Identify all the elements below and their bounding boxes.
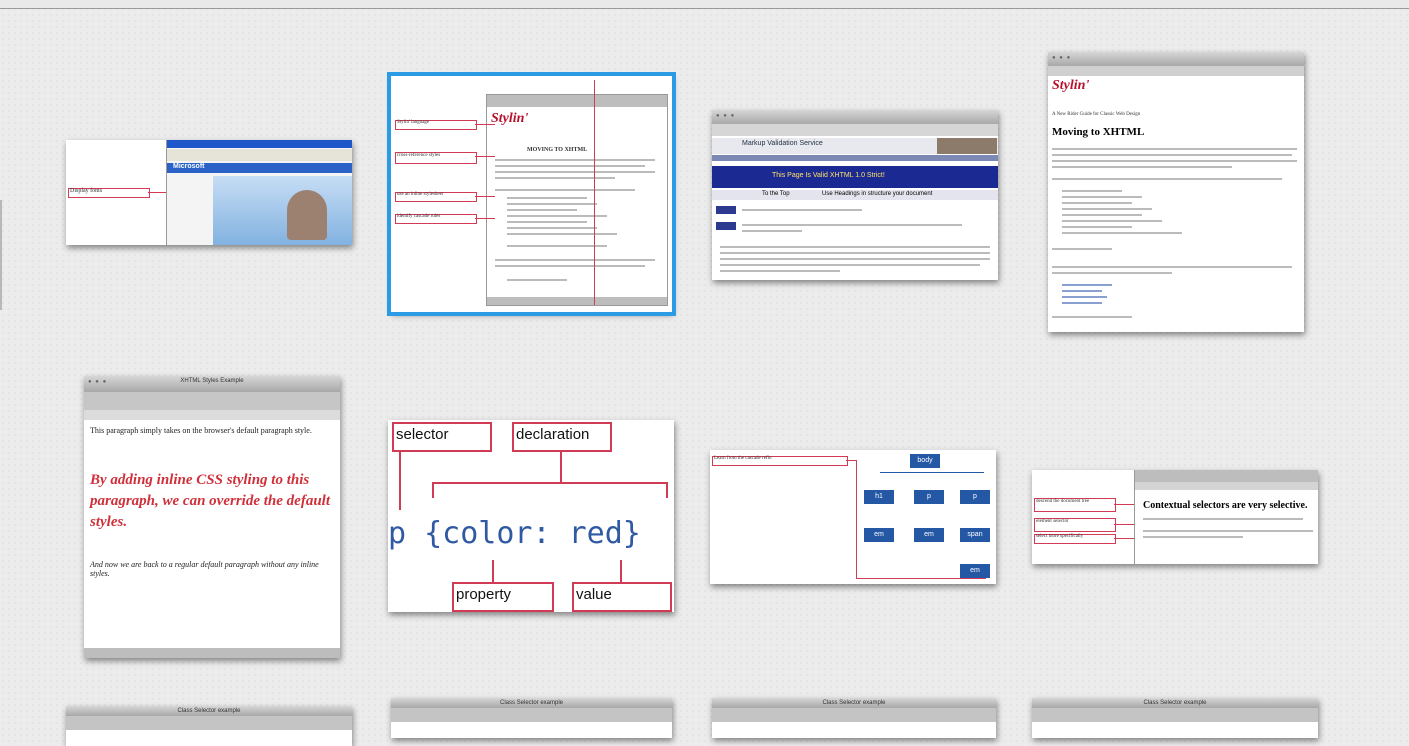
tree-node-h1: h1 xyxy=(864,490,894,504)
left-panel-edge xyxy=(0,200,2,310)
valid-banner-text: This Page Is Valid XHTML 1.0 Strict! xyxy=(772,172,885,179)
selector-label: selector xyxy=(396,426,449,443)
tree-node-span: span xyxy=(960,528,990,542)
window-title: Class Selector example xyxy=(822,700,886,706)
tree-node-em2: em xyxy=(914,528,944,542)
stylin-header: Stylin' xyxy=(1052,78,1090,93)
slide-thumbnail-12[interactable]: Class Selector example xyxy=(1032,698,1318,738)
callout-label-3: use an inline stylesheet xyxy=(397,192,444,197)
callout-label: Learn from the cascade reflo xyxy=(714,456,772,461)
callout-label: Display fonts xyxy=(70,188,103,194)
slide-heading: MOVING TO XHTML xyxy=(527,147,588,153)
banner-text: Microsoft xyxy=(173,163,205,170)
tree-node-p1: p xyxy=(914,490,944,504)
slide-thumbnail-2-selected[interactable]: Stylin' MOVING TO XHTML Stylin' language… xyxy=(387,72,676,316)
callout-label-4: identify cascade rules xyxy=(397,214,441,219)
window-title: Class Selector example xyxy=(499,700,564,706)
slide-heading: Moving to XHTML xyxy=(1052,126,1145,138)
plain-paragraph: And now we are back to a regular default… xyxy=(90,560,319,578)
browser-window: Stylin' MOVING TO XHTML xyxy=(486,94,668,306)
tree-node-em1: em xyxy=(864,528,894,542)
slide-thumbnail-10[interactable]: Class Selector example xyxy=(391,698,672,738)
callout-label-2: cross-reference styles xyxy=(397,153,441,158)
slide-thumbnail-11[interactable]: Class Selector example xyxy=(712,698,996,738)
callout-line xyxy=(148,192,166,193)
window-title: Class Selector example xyxy=(1143,700,1207,706)
tree-node-p2: p xyxy=(960,490,990,504)
slide-thumbnail-6[interactable]: selector declaration p {color: red} prop… xyxy=(388,420,674,612)
property-label: property xyxy=(456,586,512,603)
callout-label-3: select more specifically xyxy=(1036,534,1084,539)
slide-heading: Contextual selectors are very selective. xyxy=(1143,500,1308,511)
slide-thumbnail-7[interactable]: Learn from the cascade reflo body h1 p p… xyxy=(710,450,996,584)
callout-vertical xyxy=(594,80,595,305)
slide-thumbnail-5[interactable]: ● ● ● XHTML Styles Example This paragraph… xyxy=(84,376,340,658)
slide-thumbnail-1[interactable]: Display fonts Microsoft xyxy=(66,140,352,245)
slide-thumbnail-8[interactable]: descend the document tree element select… xyxy=(1032,470,1318,564)
callout-label-2: element selector xyxy=(1036,519,1069,524)
window-title: XHTML Styles Example xyxy=(180,378,244,384)
default-paragraph: This paragraph simply takes on the brows… xyxy=(90,426,312,435)
page-title: Markup Validation Service xyxy=(742,140,823,147)
stylin-header: Stylin' xyxy=(491,111,529,126)
declaration-label: declaration xyxy=(516,426,590,443)
slide-thumbnail-3[interactable]: ● ● ● Markup Validation Service This Pag… xyxy=(712,110,998,280)
top-toolbar-edge xyxy=(0,0,1409,9)
browser-window: Contextual selectors are very selective. xyxy=(1134,470,1318,564)
browser-window: Microsoft xyxy=(166,140,352,245)
callout-label-1: descend the document tree xyxy=(1036,499,1090,504)
tree-node-em3: em xyxy=(960,564,990,578)
tree-node-body: body xyxy=(910,454,940,468)
callout-label-1: Stylin' language xyxy=(397,120,430,125)
styled-paragraph: By adding inline CSS styling to this par… xyxy=(90,472,330,530)
css-rule-code: p {color: red} xyxy=(388,516,641,551)
nav-button-1: To the Top xyxy=(762,191,790,197)
slide-thumbnail-9[interactable]: Class Selector example xyxy=(66,706,352,746)
nav-button-2: Use Headings in structure your document xyxy=(822,191,933,197)
value-label: value xyxy=(576,586,612,603)
slide-thumbnail-4[interactable]: ● ● ● Stylin' A New Rider Guide for Clas… xyxy=(1048,52,1304,332)
window-title: Class Selector example xyxy=(177,708,241,714)
slide-subtitle: A New Rider Guide for Classic Web Design xyxy=(1052,112,1141,117)
